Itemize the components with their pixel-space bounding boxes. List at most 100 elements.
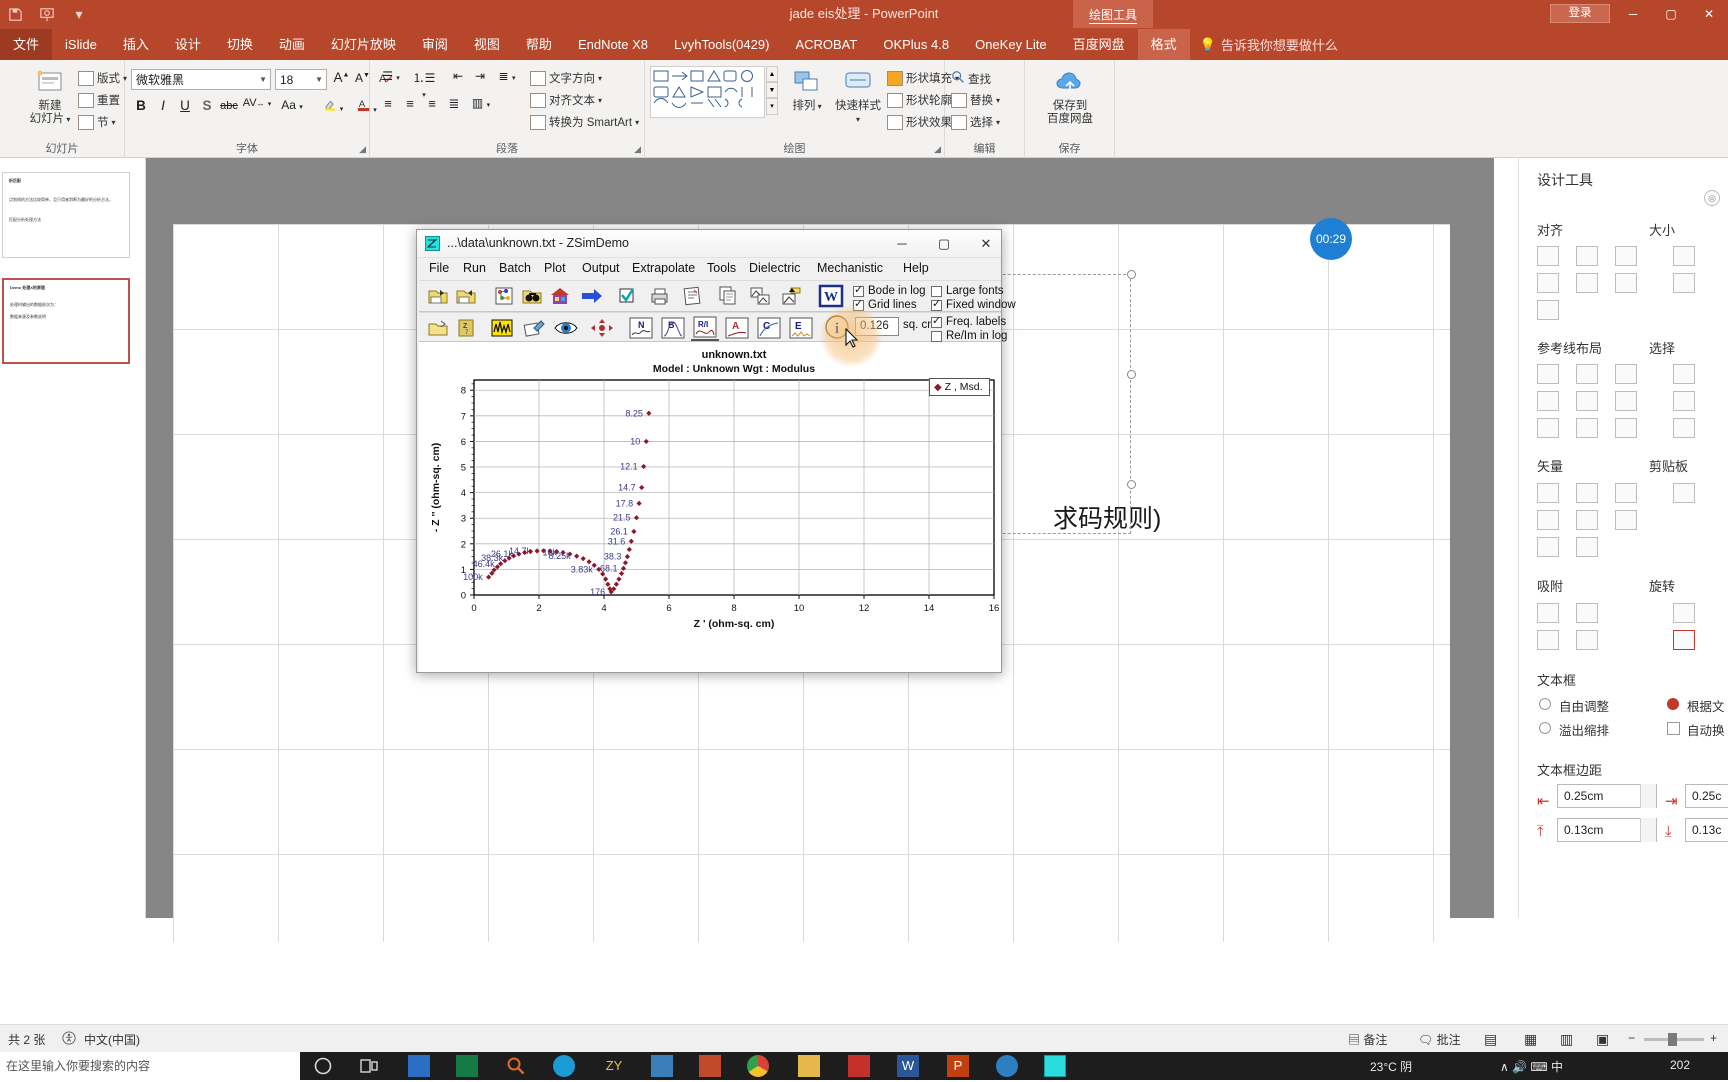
tab-acrobat[interactable]: ACROBAT xyxy=(782,29,870,60)
two-plot-icon[interactable] xyxy=(747,284,773,308)
align-top-icon[interactable] xyxy=(1537,273,1559,293)
guide-spacing-icon[interactable] xyxy=(1576,418,1598,438)
menu-file[interactable]: File xyxy=(429,261,449,275)
powerpoint-icon[interactable]: P xyxy=(947,1055,969,1077)
bold-button[interactable]: B xyxy=(133,98,149,113)
re-im-icon[interactable]: R/I xyxy=(691,315,719,341)
tab-endnote[interactable]: EndNote X8 xyxy=(565,29,661,60)
edit-data-icon[interactable] xyxy=(521,316,547,340)
text-direction-button[interactable]: 文字方向 ▾ xyxy=(530,70,602,86)
menu-dielectric[interactable]: Dielectric xyxy=(749,261,800,275)
nyquist-icon[interactable]: N xyxy=(627,315,655,341)
save-file-icon[interactable] xyxy=(453,284,479,308)
clock[interactable]: 202 xyxy=(1670,1058,1690,1072)
menu-run[interactable]: Run xyxy=(463,261,486,275)
new-slide-button[interactable]: 新建 幻灯片 ▾ xyxy=(22,68,78,126)
guide-top-icon[interactable] xyxy=(1537,391,1559,411)
browse-icon[interactable] xyxy=(519,284,545,308)
select-invert-icon[interactable] xyxy=(1673,418,1695,438)
shadow-button[interactable]: S xyxy=(199,98,215,113)
replace-button[interactable]: 替换 ▾ xyxy=(951,92,1000,108)
home-icon[interactable] xyxy=(547,284,573,308)
tray-weather[interactable]: 23°C 阴 xyxy=(1370,1058,1412,1075)
checkbox-freq-labels[interactable]: Freq. labels xyxy=(931,314,1006,328)
acrobat-icon[interactable] xyxy=(848,1055,870,1077)
tab-file[interactable]: 文件 xyxy=(0,29,53,60)
run-arrow-icon[interactable] xyxy=(579,284,605,308)
tab-format[interactable]: 格式 xyxy=(1137,29,1190,60)
margin-top-input[interactable]: 0.13cm xyxy=(1557,818,1657,842)
report-icon[interactable] xyxy=(679,284,705,308)
nyquist-plot-area[interactable]: unknown.txt Model : Unknown Wgt : Modulus… xyxy=(419,342,1001,672)
move-icon[interactable] xyxy=(589,316,615,340)
underline-button[interactable]: U xyxy=(177,98,193,113)
app2-icon[interactable] xyxy=(699,1055,721,1077)
decrease-indent-button[interactable]: ⇤ xyxy=(448,69,468,83)
zsim-icon[interactable] xyxy=(1044,1055,1066,1077)
tab-islide[interactable]: iSlide xyxy=(52,29,110,60)
epsilon-icon[interactable]: E xyxy=(787,315,815,341)
menu-output[interactable]: Output xyxy=(582,261,620,275)
tray-icons[interactable]: ∧ 🔊 ⌨ 中 xyxy=(1500,1058,1563,1075)
clipboard-copy-icon[interactable] xyxy=(1673,483,1695,503)
reset-button[interactable]: 重置 xyxy=(78,92,120,108)
zsim-minimize-icon[interactable]: ─ xyxy=(881,230,923,258)
shape-gallery-scroll[interactable]: ▲ ▼ ▾ xyxy=(766,66,778,118)
textbox-resize-radio[interactable] xyxy=(1667,698,1679,710)
margin-left-input[interactable]: 0.25cm xyxy=(1557,784,1657,808)
explorer-icon[interactable] xyxy=(408,1055,430,1077)
login-button[interactable]: 登录 xyxy=(1550,4,1610,23)
copy-page-icon[interactable] xyxy=(715,284,741,308)
zoom-in-button[interactable]: + xyxy=(1710,1031,1717,1045)
tab-insert[interactable]: 插入 xyxy=(110,29,162,60)
find-button[interactable]: 查找 xyxy=(951,70,991,87)
print-icon[interactable] xyxy=(647,284,673,308)
select-button[interactable]: 选择 ▾ xyxy=(951,114,1000,130)
minimize-icon[interactable]: ─ xyxy=(1614,0,1652,28)
select-all-icon[interactable] xyxy=(1673,364,1695,384)
zoom-out-button[interactable]: − xyxy=(1628,1031,1635,1045)
font-size-input[interactable]: 18 ▼ xyxy=(275,69,327,90)
vector-intersect-icon[interactable] xyxy=(1615,483,1637,503)
language-label[interactable]: 中文(中国) xyxy=(84,1031,140,1048)
margin-left-stepper[interactable] xyxy=(1640,784,1656,808)
zsim-maximize-icon[interactable]: ▢ xyxy=(923,230,965,258)
comments-button[interactable]: 🗨 批注 xyxy=(1418,1031,1461,1048)
checkbox-re-im-in-log[interactable]: Re/Im in log xyxy=(931,330,1007,342)
vector-fragment-icon[interactable] xyxy=(1537,510,1559,530)
align-bottom-icon[interactable] xyxy=(1615,273,1637,293)
resize-handle-br[interactable] xyxy=(1127,480,1136,489)
align-middle-icon[interactable] xyxy=(1576,273,1598,293)
textbox-shrink-radio[interactable] xyxy=(1539,722,1551,734)
tab-help[interactable]: 帮助 xyxy=(513,29,565,60)
chevron-down-icon[interactable]: ▼ xyxy=(315,75,323,84)
view-sorter-icon[interactable]: ▦ xyxy=(1524,1031,1537,1048)
tab-review[interactable]: 审阅 xyxy=(409,29,461,60)
notes-button[interactable]: ▤ 备注 xyxy=(1348,1031,1387,1048)
align-center-button[interactable]: ≡ xyxy=(400,96,420,111)
menu-plot[interactable]: Plot xyxy=(544,261,566,275)
tab-design[interactable]: 设计 xyxy=(162,29,214,60)
vector-subtract-icon[interactable] xyxy=(1576,483,1598,503)
resize-handle-mr[interactable] xyxy=(1127,370,1136,379)
app-icon[interactable] xyxy=(651,1055,673,1077)
strikethrough-button[interactable]: abc xyxy=(219,100,239,112)
origin-icon[interactable] xyxy=(456,1055,478,1077)
checkbox-fixed-window[interactable]: Fixed window xyxy=(931,297,1016,311)
vector-combine-icon[interactable] xyxy=(1576,510,1598,530)
chrome-icon[interactable] xyxy=(747,1055,769,1077)
align-right-icon[interactable] xyxy=(1615,246,1637,266)
chevron-down-icon[interactable]: ▼ xyxy=(259,75,267,84)
design-tools-panel[interactable]: 设计工具 ◎ 对齐 大小 参考线布局 选择 矢量 剪贴板 吸附 旋转 文本框 自… xyxy=(1518,158,1728,918)
maximize-icon[interactable]: ▢ xyxy=(1652,0,1690,28)
margin-right-input[interactable]: 0.25c xyxy=(1685,784,1728,808)
arrange-button[interactable]: 排列 ▾ xyxy=(785,68,829,113)
zsim-menu-bar[interactable]: File Run Batch Plot Output Extrapolate T… xyxy=(417,259,1001,279)
menu-mechanistic[interactable]: Mechanistic xyxy=(817,261,883,275)
resize-handle-tr[interactable] xyxy=(1127,270,1136,279)
bullets-button[interactable]: ☰ ▾ xyxy=(378,69,404,83)
drawing-dialog-launcher[interactable]: ◢ xyxy=(934,144,941,155)
check-icon[interactable] xyxy=(615,284,641,308)
noise-icon[interactable] xyxy=(489,316,515,340)
bode-icon[interactable]: B xyxy=(659,315,687,341)
